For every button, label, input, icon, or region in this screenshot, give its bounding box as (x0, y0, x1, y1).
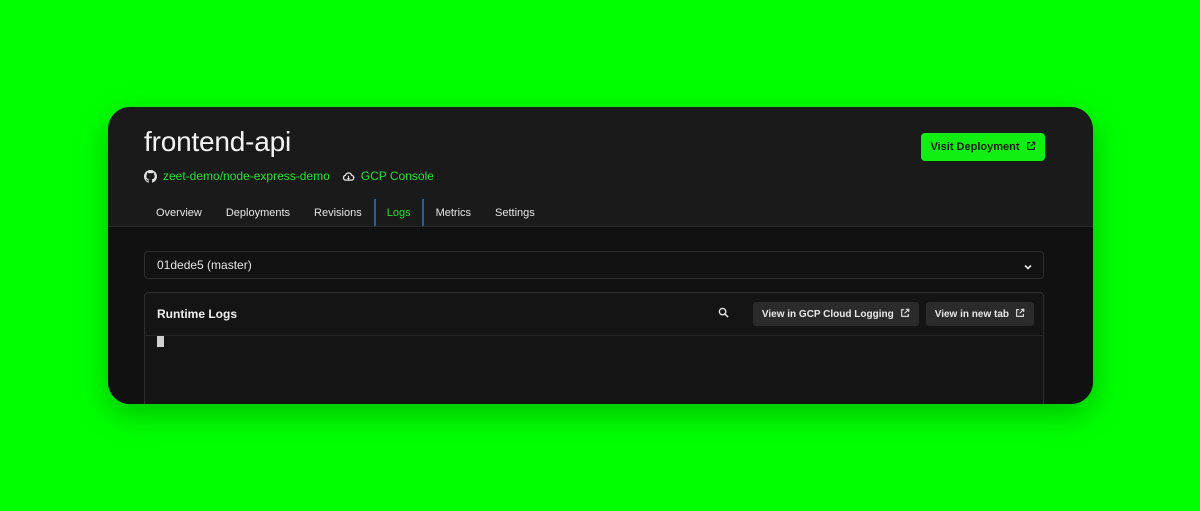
tab-bar: Overview Deployments Revisions Logs Metr… (144, 199, 547, 227)
logs-title: Runtime Logs (157, 307, 237, 321)
tab-deployments[interactable]: Deployments (214, 199, 302, 227)
page-title: frontend-api (144, 126, 292, 157)
service-links: zeet-demo/node-express-demo GCP Console (144, 169, 434, 183)
logs-header: Runtime Logs View in GCP Cloud Logging V… (145, 293, 1043, 336)
logs-content: 01dede5 (master) Runtime Logs View in GC… (108, 227, 1093, 404)
new-tab-label: View in new tab (934, 308, 1009, 320)
app-window: frontend-api zeet-demo/node-express-demo (108, 107, 1093, 404)
visit-deployment-label: Visit Deployment (930, 141, 1020, 153)
gcp-logging-label: View in GCP Cloud Logging (761, 308, 894, 320)
external-link-icon (900, 308, 910, 321)
search-button[interactable] (712, 302, 736, 326)
terminal-cursor (157, 336, 164, 347)
service-header: frontend-api zeet-demo/node-express-demo (144, 125, 1045, 185)
logs-actions: View in GCP Cloud Logging View in new ta… (712, 302, 1034, 326)
gcp-logging-button[interactable]: View in GCP Cloud Logging (752, 302, 919, 326)
new-tab-button[interactable]: View in new tab (925, 302, 1034, 326)
tab-settings[interactable]: Settings (483, 199, 547, 227)
external-link-icon (1015, 308, 1025, 321)
github-icon (144, 169, 157, 183)
tab-overview[interactable]: Overview (144, 199, 214, 227)
repo-link-label: zeet-demo/node-express-demo (163, 169, 330, 183)
visit-deployment-button[interactable]: Visit Deployment (921, 133, 1045, 161)
cloud-icon (342, 170, 355, 183)
gcp-console-label: GCP Console (360, 169, 434, 183)
external-link-icon (1026, 141, 1036, 154)
repo-link[interactable]: zeet-demo/node-express-demo (144, 169, 330, 183)
runtime-logs-panel: Runtime Logs View in GCP Cloud Logging V… (144, 292, 1044, 404)
deployment-select[interactable]: 01dede5 (master) (144, 251, 1044, 279)
gcp-console-link[interactable]: GCP Console (342, 169, 434, 183)
log-output[interactable] (145, 336, 1043, 404)
deployment-select-value: 01dede5 (master) (157, 258, 252, 272)
tab-revisions[interactable]: Revisions (302, 199, 374, 227)
search-icon (718, 305, 729, 323)
tab-metrics[interactable]: Metrics (424, 199, 483, 227)
tab-logs[interactable]: Logs (373, 199, 424, 227)
chevron-down-icon (1023, 261, 1033, 275)
